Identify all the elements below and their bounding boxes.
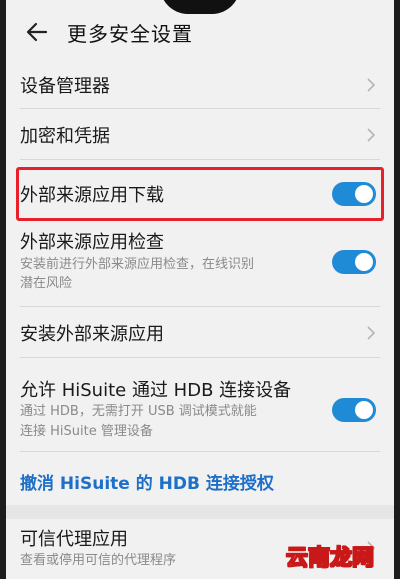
app-header: 更多安全设置: [6, 0, 394, 62]
hisuite-hdb-desc-2: 连接 HiSuite 管理设备: [20, 424, 153, 439]
page-title: 更多安全设置: [67, 22, 193, 46]
encryption-credentials-label: 加密和凭据: [20, 126, 110, 147]
device-manager-item[interactable]: 设备管理器: [6, 62, 394, 108]
hisuite-hdb-toggle[interactable]: [332, 398, 376, 422]
chevron-right-icon: [367, 128, 376, 142]
external-source-check-desc-1: 安装前进行外部来源应用检查，在线识别: [20, 257, 255, 272]
trusted-agents-desc: 查看或停用可信的代理程序: [20, 553, 177, 568]
install-external-apps-label: 安装外部来源应用: [20, 324, 164, 345]
hisuite-hdb-desc-1: 通过 HDB，无需打开 USB 调试模式就能: [20, 404, 257, 419]
external-source-check-label: 外部来源应用检查: [20, 232, 164, 253]
external-source-check-toggle[interactable]: [332, 250, 376, 274]
encryption-credentials-item[interactable]: 加密和凭据: [6, 109, 394, 159]
chevron-right-icon: [367, 78, 376, 92]
install-external-apps-item[interactable]: 安装外部来源应用: [6, 307, 394, 357]
divider: [20, 159, 380, 160]
section-separator: [6, 505, 394, 519]
hisuite-hdb-label: 允许 HiSuite 通过 HDB 连接设备: [20, 380, 292, 401]
revoke-hdb-authorization-link[interactable]: 撤消 HiSuite 的 HDB 连接授权: [20, 469, 274, 494]
divider: [20, 451, 380, 452]
watermark-logo: 云南龙网: [285, 546, 375, 572]
toggle-knob: [355, 401, 373, 419]
external-source-check-item[interactable]: 外部来源应用检查 安装前进行外部来源应用检查，在线识别 潜在风险: [6, 222, 394, 306]
device-manager-label: 设备管理器: [20, 76, 110, 97]
settings-screen: 更多安全设置 设备管理器 加密和凭据 外部来源应用下载 外部来源应用检查 安装前…: [6, 0, 394, 579]
highlight-box: [16, 167, 384, 221]
trusted-agents-label: 可信代理应用: [20, 529, 128, 550]
hisuite-hdb-item[interactable]: 允许 HiSuite 通过 HDB 连接设备 通过 HDB，无需打开 USB 调…: [6, 358, 394, 450]
arrow-left-icon[interactable]: [24, 19, 50, 45]
toggle-knob: [355, 253, 373, 271]
external-source-check-desc-2: 潜在风险: [20, 276, 73, 291]
chevron-right-icon: [367, 326, 376, 340]
